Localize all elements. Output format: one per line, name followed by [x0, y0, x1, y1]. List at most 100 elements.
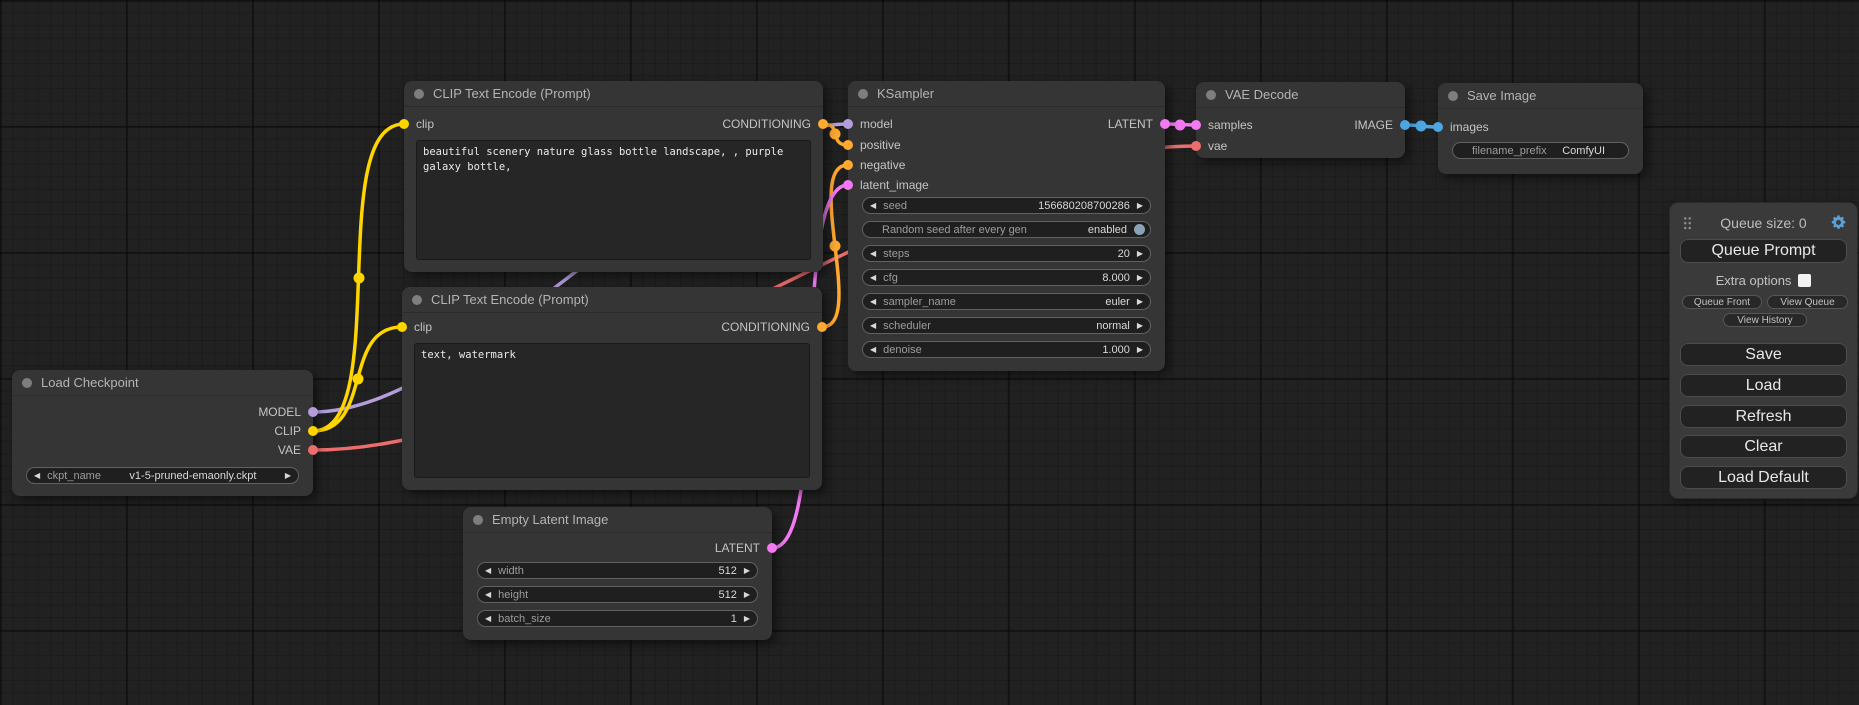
collapse-dot-icon[interactable]	[1448, 91, 1458, 101]
collapse-dot-icon[interactable]	[1206, 90, 1216, 100]
save-button[interactable]: Save	[1680, 343, 1847, 366]
slot-label: LATENT	[1108, 117, 1153, 131]
node-title-bar[interactable]: CLIP Text Encode (Prompt)	[402, 287, 822, 313]
node-title-bar[interactable]: Load Checkpoint	[12, 370, 313, 396]
queue-front-button[interactable]: Queue Front	[1682, 295, 1762, 309]
widget-cfg[interactable]: ◀ cfg 8.000 ▶	[862, 269, 1151, 286]
vae-input-dot[interactable]	[1191, 141, 1201, 151]
widget-width[interactable]: ◀ width 512 ▶	[477, 562, 758, 579]
load-button[interactable]: Load	[1680, 374, 1847, 397]
widget-denoise[interactable]: ◀ denoise 1.000 ▶	[862, 341, 1151, 358]
slot-label: VAE	[278, 443, 301, 457]
positive-input-dot[interactable]	[843, 140, 853, 150]
widget-value: 20	[1118, 248, 1130, 260]
load-default-button[interactable]: Load Default	[1680, 466, 1847, 489]
node-title-bar[interactable]: KSampler	[848, 81, 1165, 107]
conditioning-output-dot[interactable]	[817, 322, 827, 332]
node-title-bar[interactable]: Save Image	[1438, 83, 1643, 109]
increment-arrow-icon[interactable]: ▶	[744, 615, 750, 623]
refresh-button[interactable]: Refresh	[1680, 405, 1847, 428]
decrement-arrow-icon[interactable]: ◀	[485, 591, 491, 599]
widget-label: Random seed after every gen	[882, 224, 1027, 236]
widget-label: height	[498, 589, 528, 601]
widget-label: cfg	[883, 272, 898, 284]
widget-label: scheduler	[883, 320, 931, 332]
node-title: KSampler	[877, 86, 934, 101]
widget-steps[interactable]: ◀ steps 20 ▶	[862, 245, 1151, 262]
node-title-bar[interactable]: VAE Decode	[1196, 82, 1405, 108]
node-graph-canvas[interactable]: Load Checkpoint MODEL CLIP VAE ◀ ckpt_na…	[0, 0, 1859, 705]
drag-handle-icon[interactable]	[1683, 216, 1692, 230]
widget-value: normal	[1096, 320, 1130, 332]
widget-sampler-name[interactable]: ◀ sampler_name euler ▶	[862, 293, 1151, 310]
increment-arrow-icon[interactable]: ▶	[1137, 250, 1143, 258]
increment-arrow-icon[interactable]: ▶	[1137, 322, 1143, 330]
node-clip-text-encode-positive[interactable]: CLIP Text Encode (Prompt) clip CONDITION…	[404, 81, 823, 272]
collapse-dot-icon[interactable]	[414, 89, 424, 99]
increment-arrow-icon[interactable]: ▶	[744, 591, 750, 599]
settings-gear-icon[interactable]	[1830, 214, 1847, 236]
clear-button[interactable]: Clear	[1680, 435, 1847, 458]
node-load-checkpoint[interactable]: Load Checkpoint MODEL CLIP VAE ◀ ckpt_na…	[12, 370, 313, 496]
widget-batch-size[interactable]: ◀ batch_size 1 ▶	[477, 610, 758, 627]
model-output-dot[interactable]	[308, 407, 318, 417]
widget-ckpt-name[interactable]: ◀ ckpt_name v1-5-pruned-emaonly.ckpt ▶	[26, 467, 299, 484]
latent-output-dot[interactable]	[767, 543, 777, 553]
conditioning-output-dot[interactable]	[818, 119, 828, 129]
widget-random-seed-toggle[interactable]: Random seed after every gen enabled	[862, 221, 1151, 238]
decrement-arrow-icon[interactable]: ◀	[870, 202, 876, 210]
node-title-bar[interactable]: Empty Latent Image	[463, 507, 772, 533]
view-history-button[interactable]: View History	[1723, 313, 1807, 327]
decrement-arrow-icon[interactable]: ◀	[870, 250, 876, 258]
negative-prompt-textarea[interactable]: text, watermark	[414, 343, 810, 478]
widget-filename-prefix[interactable]: filename_prefix ComfyUI	[1452, 142, 1629, 159]
node-title-bar[interactable]: CLIP Text Encode (Prompt)	[404, 81, 823, 107]
increment-arrow-icon[interactable]: ▶	[1137, 298, 1143, 306]
negative-input-dot[interactable]	[843, 160, 853, 170]
positive-prompt-textarea[interactable]: beautiful scenery nature glass bottle la…	[416, 140, 811, 260]
slot-clip-output: CLIP	[12, 423, 313, 439]
queue-prompt-button[interactable]: Queue Prompt	[1680, 239, 1847, 263]
widget-label: batch_size	[498, 613, 551, 625]
node-save-image[interactable]: Save Image images filename_prefix ComfyU…	[1438, 83, 1643, 174]
image-output-dot[interactable]	[1400, 120, 1410, 130]
increment-arrow-icon[interactable]: ▶	[285, 472, 291, 480]
node-title: CLIP Text Encode (Prompt)	[433, 86, 591, 101]
increment-arrow-icon[interactable]: ▶	[1137, 274, 1143, 282]
increment-arrow-icon[interactable]: ▶	[1137, 346, 1143, 354]
node-clip-text-encode-negative[interactable]: CLIP Text Encode (Prompt) clip CONDITION…	[402, 287, 822, 490]
view-queue-button[interactable]: View Queue	[1767, 295, 1848, 309]
widget-seed[interactable]: ◀ seed 156680208700286 ▶	[862, 197, 1151, 214]
toggle-circle-icon[interactable]	[1134, 224, 1145, 235]
decrement-arrow-icon[interactable]: ◀	[870, 298, 876, 306]
extra-options-checkbox[interactable]	[1798, 274, 1811, 287]
images-input-dot[interactable]	[1433, 122, 1443, 132]
vae-output-dot[interactable]	[308, 445, 318, 455]
widget-scheduler[interactable]: ◀ scheduler normal ▶	[862, 317, 1151, 334]
slot-image-output: IMAGE	[1196, 117, 1405, 133]
widget-label: denoise	[883, 344, 922, 356]
collapse-dot-icon[interactable]	[473, 515, 483, 525]
collapse-dot-icon[interactable]	[22, 378, 32, 388]
slot-label: MODEL	[258, 405, 301, 419]
clip-output-dot[interactable]	[308, 426, 318, 436]
node-vae-decode[interactable]: VAE Decode samples IMAGE vae	[1196, 82, 1405, 158]
decrement-arrow-icon[interactable]: ◀	[870, 346, 876, 354]
decrement-arrow-icon[interactable]: ◀	[485, 615, 491, 623]
decrement-arrow-icon[interactable]: ◀	[870, 274, 876, 282]
slot-label: images	[1450, 120, 1489, 134]
widget-height[interactable]: ◀ height 512 ▶	[477, 586, 758, 603]
increment-arrow-icon[interactable]: ▶	[1137, 202, 1143, 210]
increment-arrow-icon[interactable]: ▶	[744, 567, 750, 575]
collapse-dot-icon[interactable]	[412, 295, 422, 305]
node-ksampler[interactable]: KSampler model LATENT positive negative …	[848, 81, 1165, 371]
collapse-dot-icon[interactable]	[858, 89, 868, 99]
latent-image-input-dot[interactable]	[843, 180, 853, 190]
decrement-arrow-icon[interactable]: ◀	[34, 472, 40, 480]
latent-output-dot[interactable]	[1160, 119, 1170, 129]
slot-images-input: images	[1438, 119, 1643, 135]
decrement-arrow-icon[interactable]: ◀	[870, 322, 876, 330]
node-empty-latent-image[interactable]: Empty Latent Image LATENT ◀ width 512 ▶ …	[463, 507, 772, 640]
slot-negative-input: negative	[848, 157, 1165, 173]
decrement-arrow-icon[interactable]: ◀	[485, 567, 491, 575]
